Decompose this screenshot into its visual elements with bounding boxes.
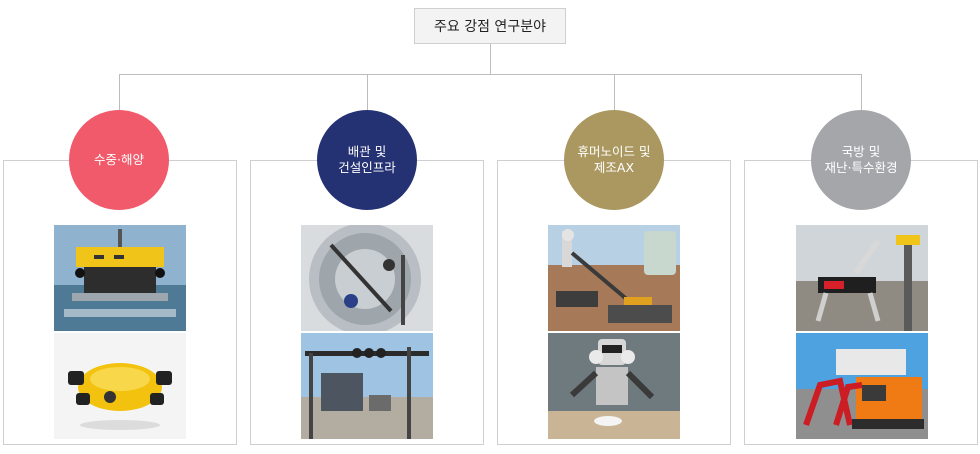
root-node: 주요 강점 연구분야 — [414, 8, 566, 44]
photo-pipe-robot — [301, 225, 433, 331]
photo-rescue-vehicle — [796, 333, 928, 439]
category-circle-infra: 배관 및 건설인프라 — [317, 110, 417, 210]
connector-3 — [614, 74, 615, 110]
category-circle-marine: 수중·해양 — [69, 110, 169, 210]
connector-1 — [119, 74, 120, 110]
photo-yellow-drone — [54, 333, 186, 439]
category-label-humanoid: 휴머노이드 및 제조AX — [577, 144, 651, 175]
category-label-marine: 수중·해양 — [94, 152, 144, 167]
root-label: 주요 강점 연구분야 — [434, 19, 546, 35]
horizontal-connector — [119, 74, 862, 75]
connector-4 — [861, 74, 862, 110]
category-label-defense: 국방 및 재난·특수환경 — [824, 144, 898, 175]
category-label-infra: 배관 및 건설인프라 — [338, 144, 396, 175]
category-circle-humanoid: 휴머노이드 및 제조AX — [564, 110, 664, 210]
photo-cable-robot — [301, 333, 433, 439]
photo-humanoid-cooking — [548, 333, 680, 439]
root-connector — [490, 44, 491, 74]
photo-underwater-rov — [54, 225, 186, 331]
connector-2 — [367, 74, 368, 110]
category-circle-defense: 국방 및 재난·특수환경 — [811, 110, 911, 210]
photo-humanoid-excavator — [548, 225, 680, 331]
photo-quadruped-robot — [796, 225, 928, 331]
